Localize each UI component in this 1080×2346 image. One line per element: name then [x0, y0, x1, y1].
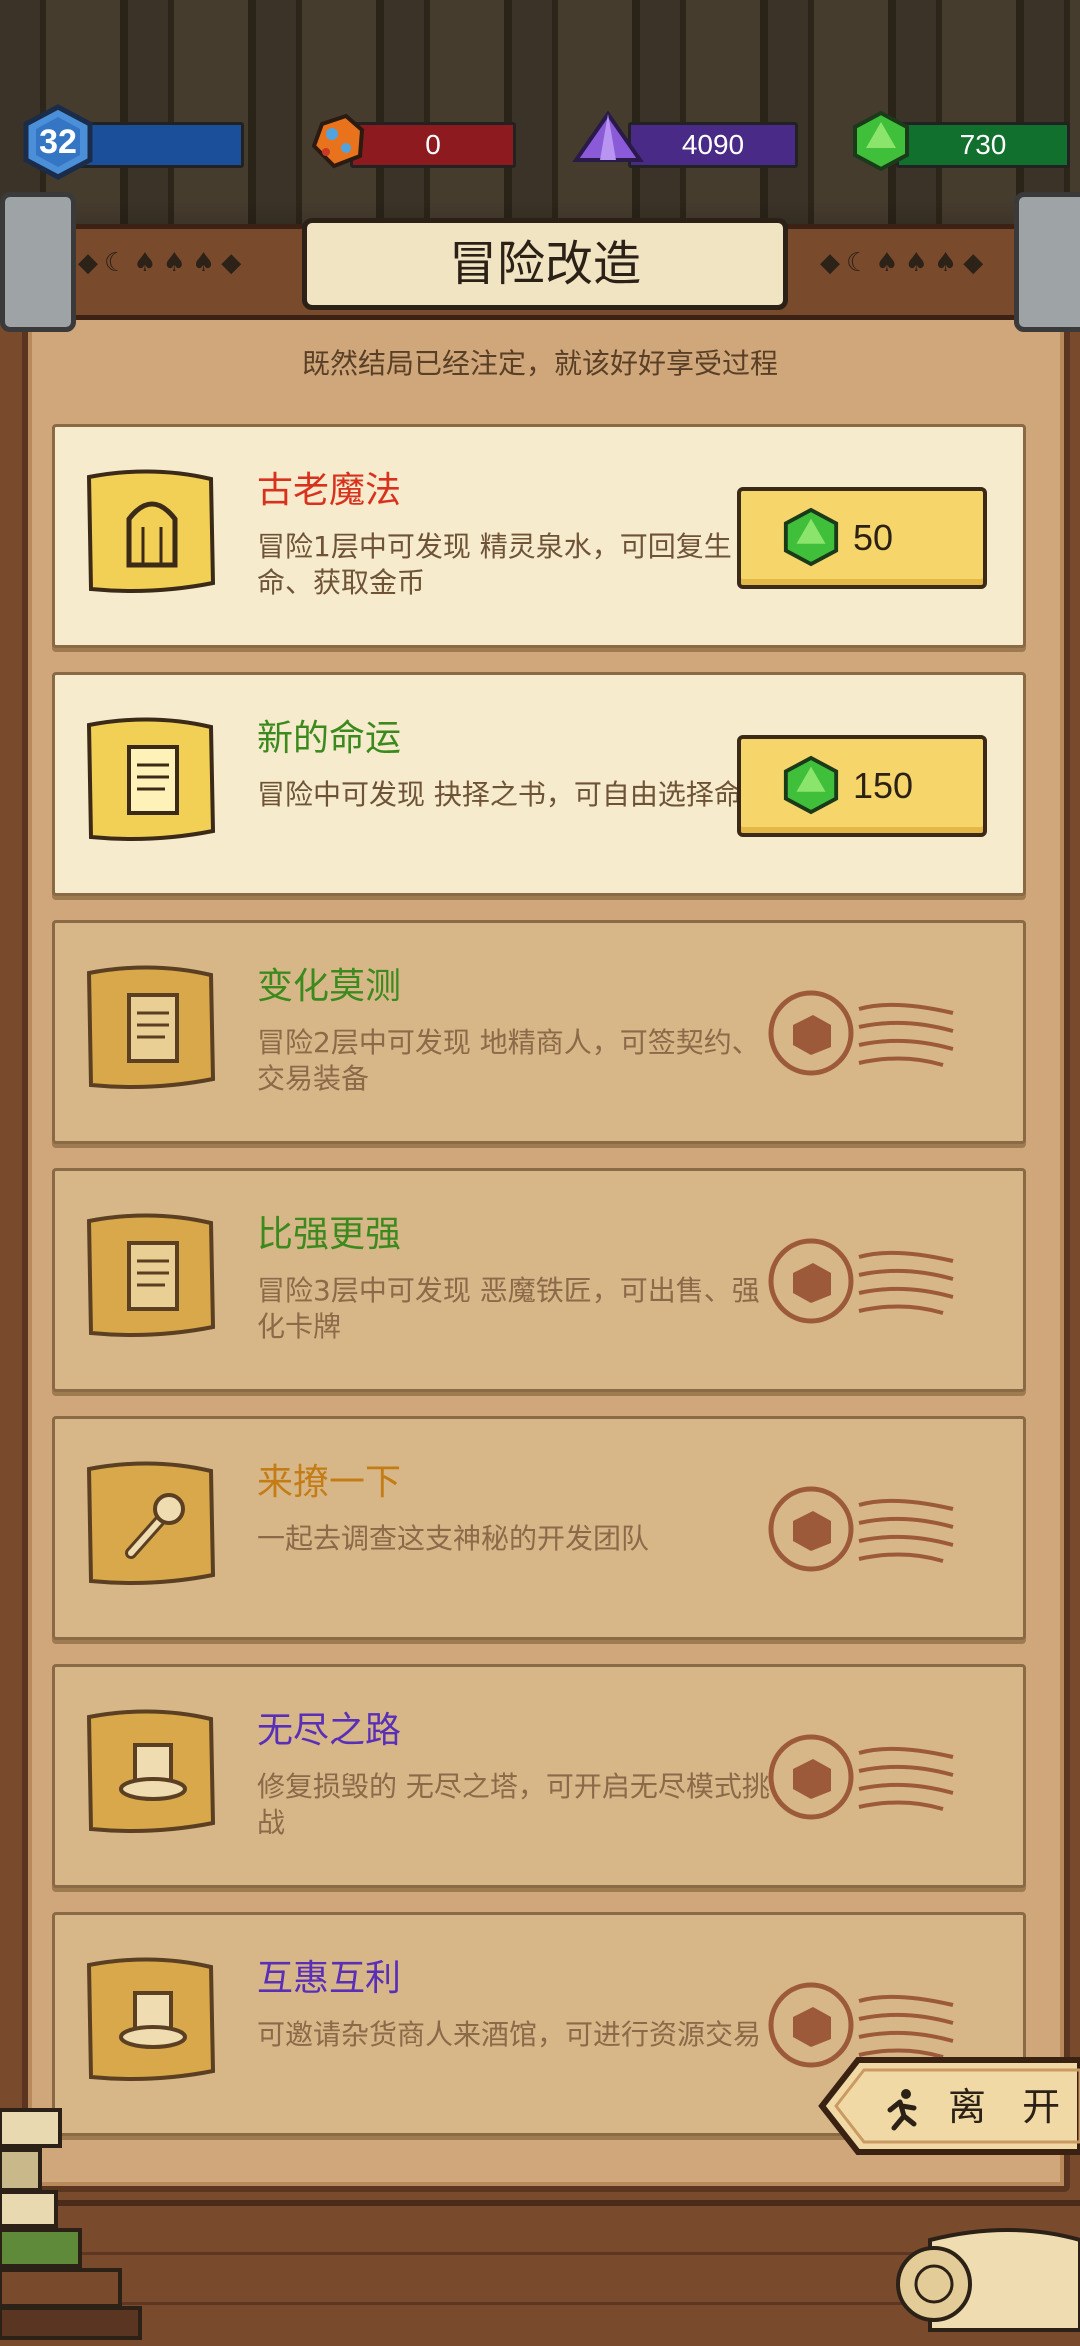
upgrade-name: 新的命运	[257, 718, 402, 759]
upgrade-card-stronger: 比强更强 冒险3层中可发现 恶魔铁匠，可出售、强化卡牌	[52, 1168, 1026, 1392]
upgrade-name: 无尽之路	[257, 1710, 402, 1751]
green-gem-icon	[783, 507, 839, 567]
scroll-book-icon	[86, 1213, 216, 1337]
price-value: 50	[853, 517, 894, 558]
upgrade-description: 冒险1层中可发现 精灵泉水，可回复生命、获取金币	[257, 530, 732, 599]
emerald-value: 730	[896, 122, 1070, 168]
level-value: 32	[39, 123, 77, 161]
buy-button[interactable]: 50	[737, 487, 987, 589]
locked-stamp-icon	[768, 1734, 954, 1820]
upgrade-description: 一起去调查这支神秘的开发团队	[257, 1522, 650, 1555]
ruby-ore-icon	[311, 113, 365, 169]
scroll-wrench-icon	[86, 1461, 216, 1585]
rolled-scroll-icon	[896, 2228, 1080, 2332]
upgrade-name: 来撩一下	[257, 1462, 402, 1503]
upgrade-name: 古老魔法	[257, 470, 402, 511]
price-value: 150	[853, 765, 914, 806]
running-man-icon	[887, 2089, 917, 2131]
scroll-hat-icon	[86, 1957, 216, 2081]
leave-label: 离 开	[948, 2085, 1073, 2129]
ruby-value: 0	[350, 122, 516, 168]
upgrade-name: 互惠互利	[257, 1958, 402, 1999]
scroll-book-icon	[86, 717, 216, 841]
upgrade-description: 可邀请杂货商人来酒馆，可进行资源交易	[257, 2018, 762, 2051]
scroll-fountain-icon	[86, 469, 216, 593]
locked-stamp-icon	[768, 990, 954, 1076]
upgrade-card-tease: 来撩一下 一起去调查这支神秘的开发团队	[52, 1416, 1026, 1640]
locked-stamp-icon	[768, 1486, 954, 1572]
upgrade-description: 冒险3层中可发现 恶魔铁匠，可出售、强化卡牌	[257, 1274, 760, 1343]
upgrade-card-unpredictable: 变化莫测 冒险2层中可发现 地精商人，可签契约、交易装备	[52, 920, 1026, 1144]
left-stone-pillar	[0, 192, 76, 332]
locked-stamp-icon	[768, 1238, 954, 1324]
purple-crystal-icon	[572, 110, 644, 162]
crystal-value: 4090	[628, 122, 798, 168]
left-rune-decoration: ◆☾♠♠♠◆	[78, 248, 248, 278]
right-rune-decoration: ◆☾♠♠♠◆	[820, 248, 990, 278]
right-stone-pillar	[1014, 192, 1080, 332]
buy-button[interactable]: 150	[737, 735, 987, 837]
upgrade-card-endless-road: 无尽之路 修复损毁的 无尽之塔，可开启无尽模式挑战	[52, 1664, 1026, 1888]
scroll-book-icon	[86, 965, 216, 1089]
upgrade-card-ancient-magic: 古老魔法 冒险1层中可发现 精灵泉水，可回复生命、获取金币 50	[52, 424, 1026, 648]
upgrade-description: 冒险中可发现 抉择之书，可自由选择命运	[257, 778, 770, 811]
crystal-counter: 4090	[618, 122, 798, 168]
upgrade-card-new-fate: 新的命运 冒险中可发现 抉择之书，可自由选择命运 150	[52, 672, 1026, 896]
scroll-hat-icon	[86, 1709, 216, 1833]
green-gem-icon	[853, 110, 909, 172]
page-subtitle: 既然结局已经注定，就该好好享受过程	[301, 347, 778, 380]
upgrade-name: 比强更强	[257, 1214, 402, 1255]
upgrade-description: 修复损毁的 无尽之塔，可开启无尽模式挑战	[257, 1770, 770, 1839]
green-gem-icon	[783, 755, 839, 815]
book-stack-icon	[0, 2108, 142, 2340]
emerald-counter: 730	[890, 122, 1070, 168]
page-title: 冒险改造	[448, 236, 641, 292]
upgrade-name: 变化莫测	[257, 966, 402, 1007]
upgrade-description: 冒险2层中可发现 地精商人，可签契约、交易装备	[257, 1026, 760, 1095]
